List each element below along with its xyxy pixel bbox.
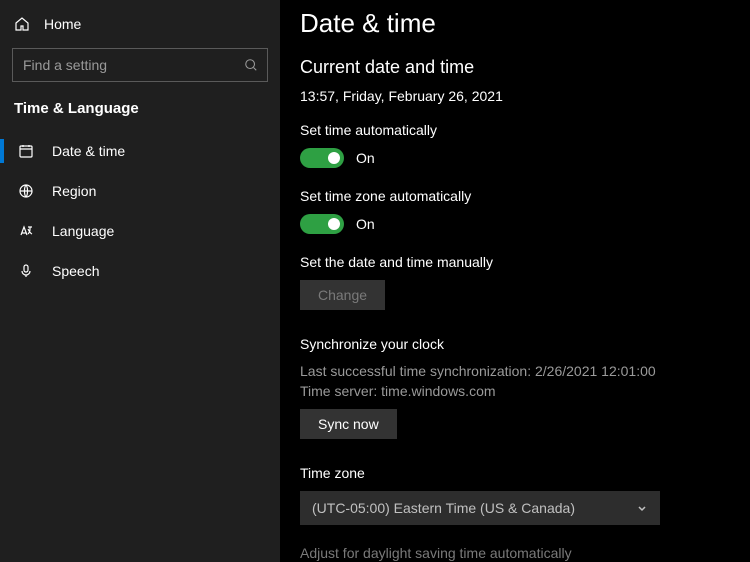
set-time-auto-toggle[interactable] [300, 148, 344, 168]
section-title: Time & Language [0, 94, 280, 131]
chevron-down-icon [636, 502, 648, 514]
search-input[interactable] [12, 48, 268, 82]
timezone-label: Time zone [300, 465, 730, 481]
dst-label: Adjust for daylight saving time automati… [300, 545, 730, 561]
sidebar-item-label: Date & time [52, 143, 125, 159]
search-icon [244, 58, 258, 72]
set-time-auto-label: Set time automatically [300, 122, 730, 138]
set-tz-auto-label: Set time zone automatically [300, 188, 730, 204]
search-container [12, 48, 268, 82]
page-title: Date & time [300, 8, 730, 39]
current-datetime-value: 13:57, Friday, February 26, 2021 [300, 88, 730, 104]
language-icon [18, 223, 34, 239]
set-tz-auto-toggle[interactable] [300, 214, 344, 234]
sync-head: Synchronize your clock [300, 336, 730, 352]
sidebar-item-language[interactable]: Language [0, 211, 280, 251]
sync-now-button[interactable]: Sync now [300, 409, 397, 439]
set-time-auto-state: On [356, 150, 375, 166]
current-datetime-head: Current date and time [300, 57, 730, 78]
home-label: Home [44, 16, 81, 32]
sidebar-item-date-time[interactable]: Date & time [0, 131, 280, 171]
clock-icon [18, 143, 34, 159]
change-button: Change [300, 280, 385, 310]
timezone-dropdown[interactable]: (UTC-05:00) Eastern Time (US & Canada) [300, 491, 660, 525]
timezone-value: (UTC-05:00) Eastern Time (US & Canada) [312, 500, 575, 516]
sidebar-item-label: Speech [52, 263, 99, 279]
sync-last: Last successful time synchronization: 2/… [300, 362, 730, 382]
main-content: Date & time Current date and time 13:57,… [280, 0, 750, 562]
home-link[interactable]: Home [0, 8, 280, 40]
sync-server: Time server: time.windows.com [300, 382, 730, 402]
microphone-icon [18, 263, 34, 279]
sidebar-item-label: Language [52, 223, 114, 239]
set-manual-label: Set the date and time manually [300, 254, 730, 270]
set-tz-auto-state: On [356, 216, 375, 232]
home-icon [14, 16, 30, 32]
sidebar: Home Time & Language Date & time Region … [0, 0, 280, 562]
sidebar-item-speech[interactable]: Speech [0, 251, 280, 291]
globe-icon [18, 183, 34, 199]
sidebar-item-label: Region [52, 183, 96, 199]
sidebar-item-region[interactable]: Region [0, 171, 280, 211]
